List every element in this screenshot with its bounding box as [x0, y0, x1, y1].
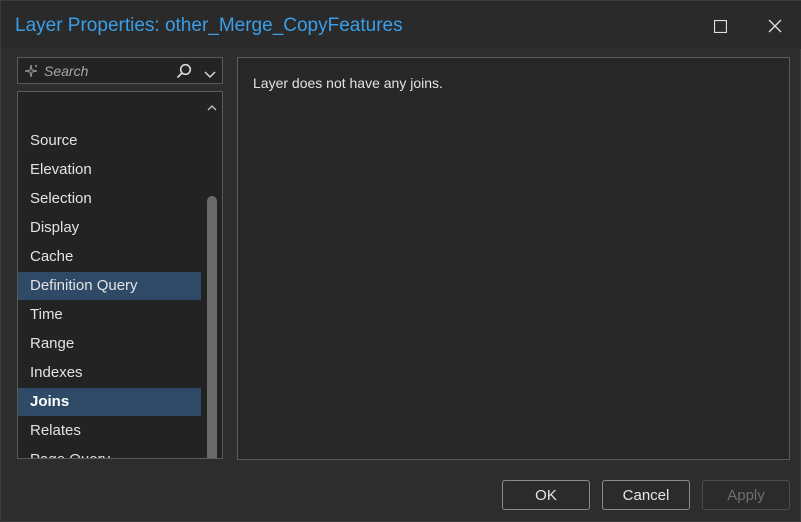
cancel-button[interactable]: Cancel [602, 480, 690, 510]
properties-page-list: Source Elevation Selection Display Cache… [17, 91, 223, 459]
close-button[interactable] [755, 9, 795, 43]
nav-item-relates[interactable]: Relates [18, 417, 201, 445]
title-bar[interactable]: Layer Properties: other_Merge_CopyFeatur… [1, 1, 801, 49]
nav-item-joins[interactable]: Joins [18, 388, 201, 416]
properties-navigation-panel: Source Elevation Selection Display Cache… [17, 57, 223, 459]
window-title: Layer Properties: other_Merge_CopyFeatur… [15, 15, 403, 36]
maximize-icon [713, 19, 727, 33]
nav-item-time[interactable]: Time [18, 301, 201, 329]
scroll-up-icon[interactable] [207, 98, 217, 116]
ok-button[interactable]: OK [502, 480, 590, 510]
maximize-button[interactable] [700, 9, 740, 43]
close-icon [768, 19, 782, 33]
nav-item-elevation[interactable]: Elevation [18, 156, 201, 184]
layer-properties-dialog: Layer Properties: other_Merge_CopyFeatur… [0, 0, 801, 522]
nav-item-definition-query[interactable]: Definition Query [18, 272, 201, 300]
search-input[interactable] [44, 60, 174, 81]
nav-item-cache[interactable]: Cache [18, 243, 201, 271]
nav-item-display[interactable]: Display [18, 214, 201, 242]
apply-button[interactable]: Apply [702, 480, 790, 510]
joins-content-panel: Layer does not have any joins. [237, 57, 790, 460]
sparkle-icon [24, 64, 38, 83]
nav-item-source[interactable]: Source [18, 127, 201, 155]
nav-item-page-query[interactable]: Page Query [18, 446, 201, 458]
list-scrollbar[interactable] [202, 92, 222, 458]
nav-item-indexes[interactable]: Indexes [18, 359, 201, 387]
search-box [17, 57, 223, 84]
no-joins-message: Layer does not have any joins. [253, 75, 443, 91]
scrollbar-thumb[interactable] [207, 196, 217, 458]
search-icon[interactable] [176, 63, 192, 84]
chevron-down-icon[interactable] [204, 66, 216, 84]
nav-item-selection[interactable]: Selection [18, 185, 201, 213]
nav-item-range[interactable]: Range [18, 330, 201, 358]
